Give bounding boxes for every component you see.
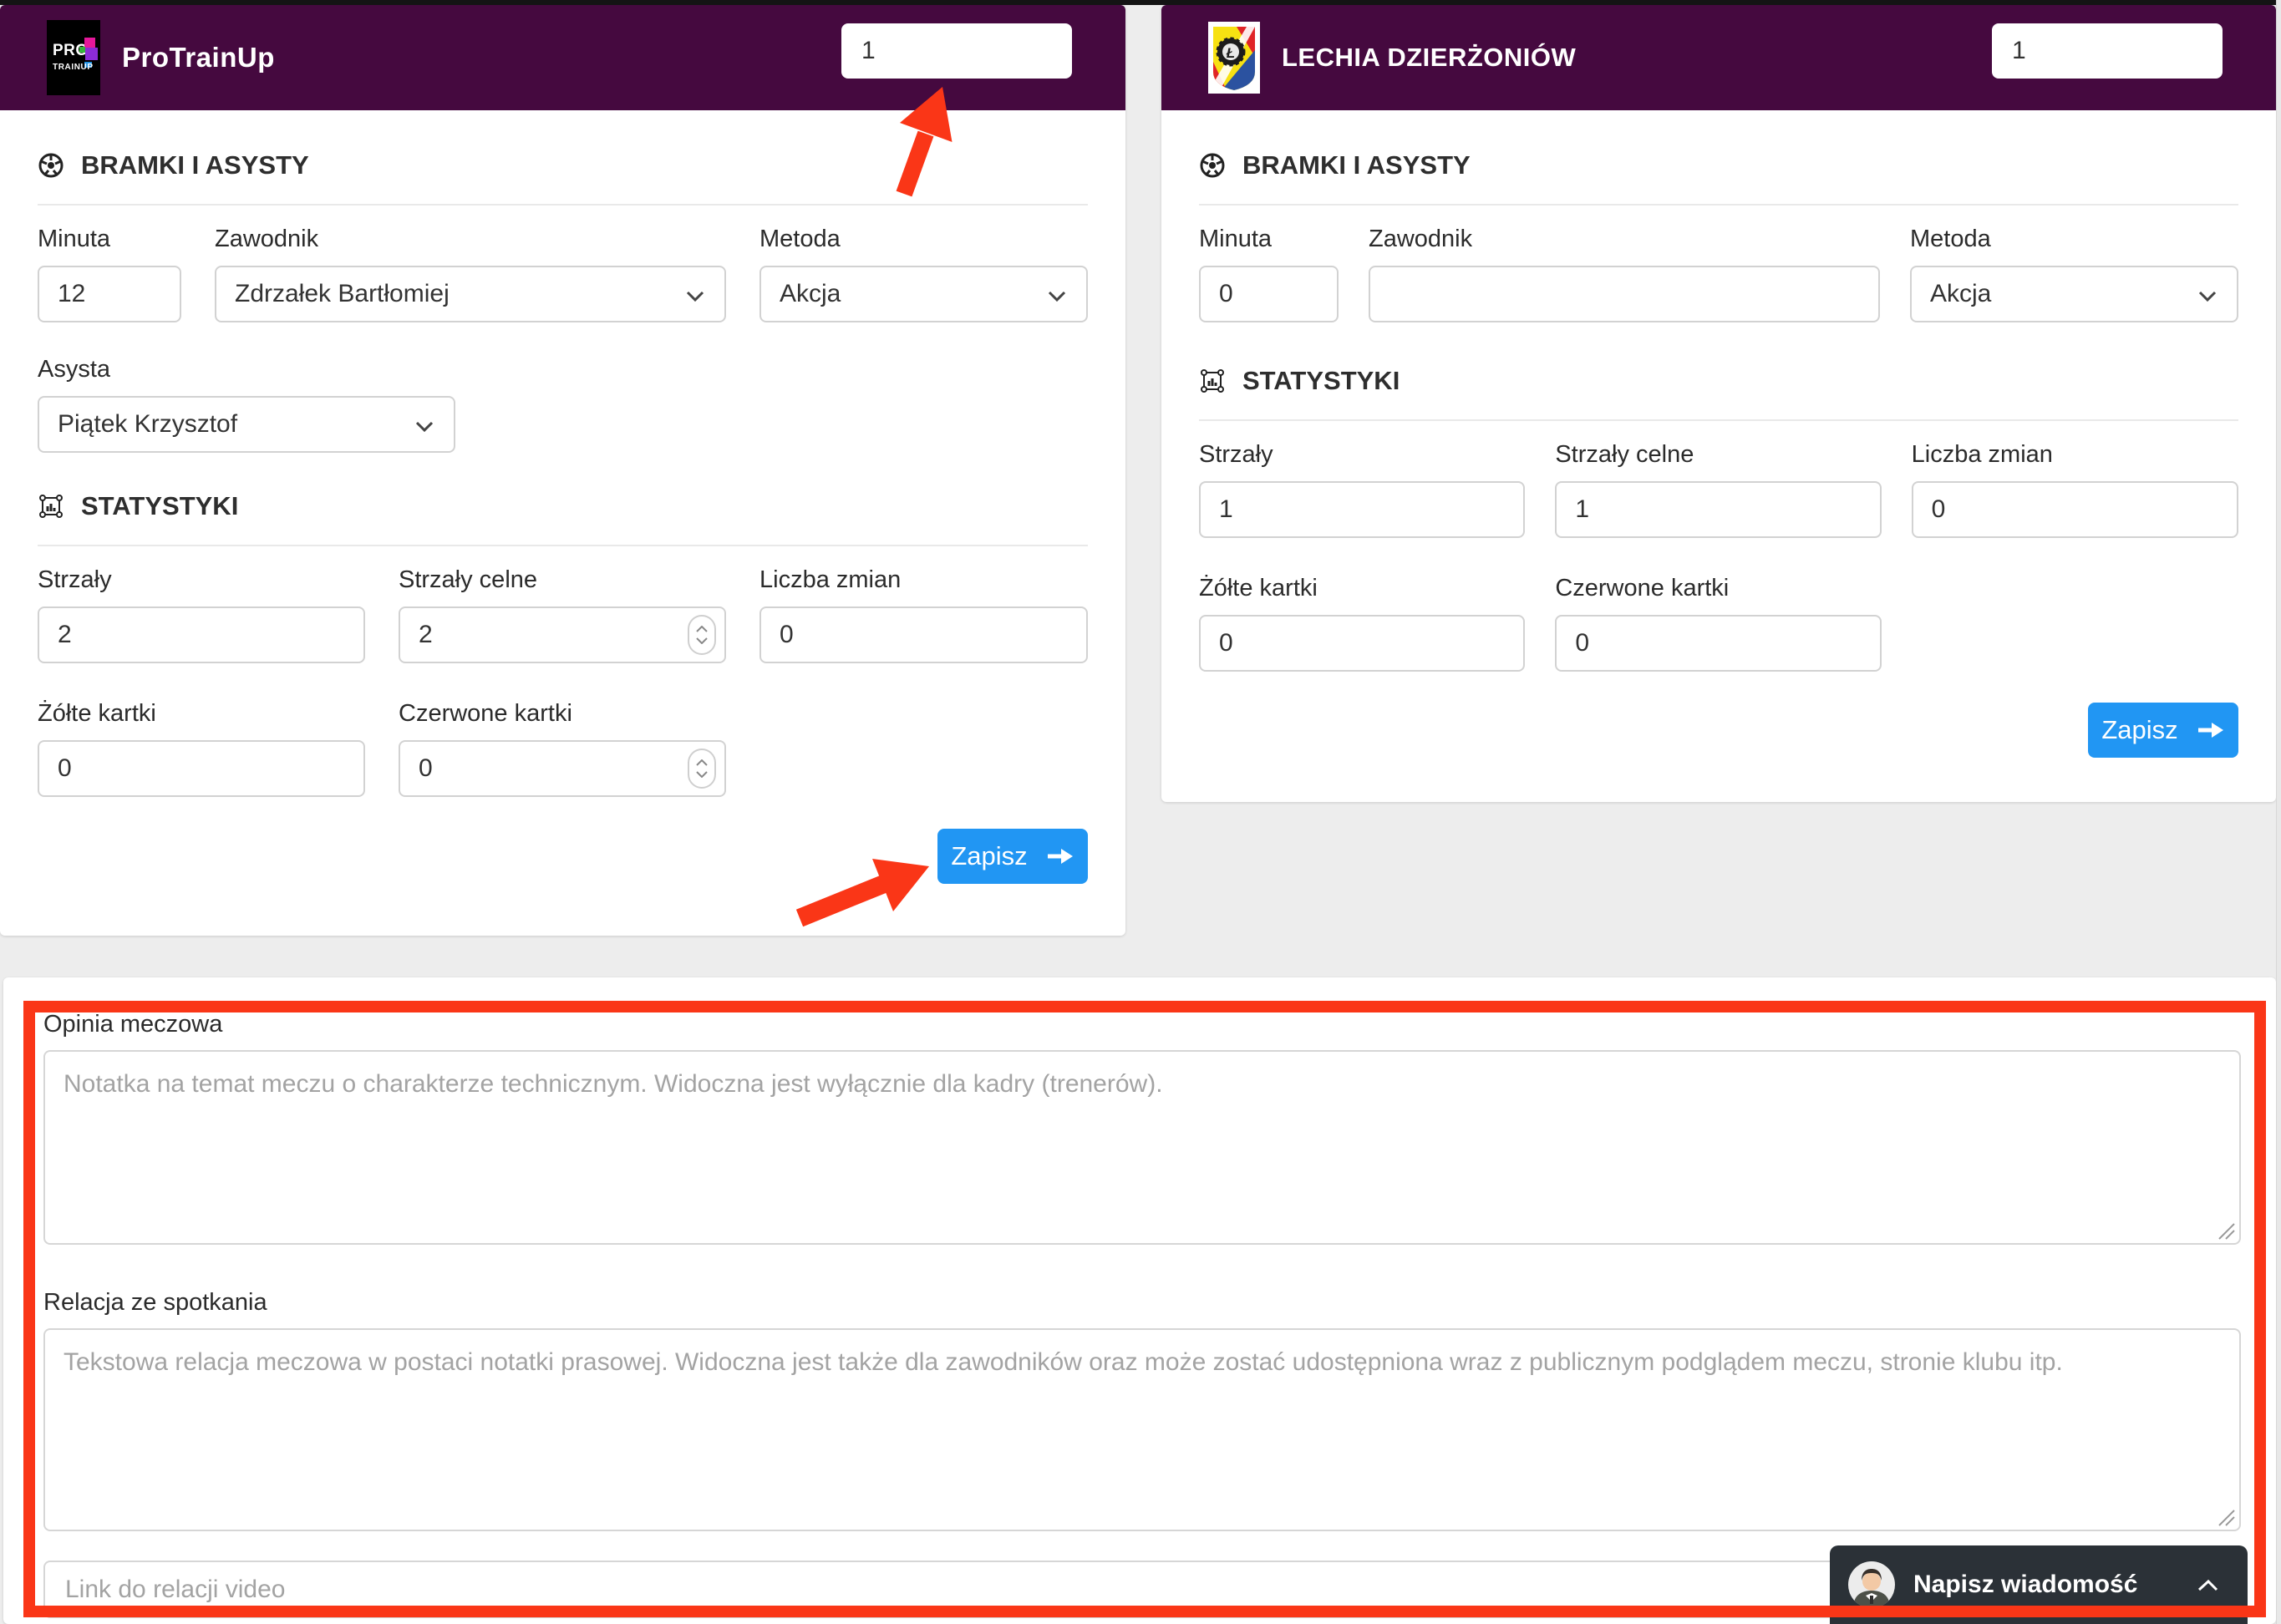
shots-label: Strzały — [1199, 441, 1525, 469]
method-label: Metoda — [1910, 226, 2238, 254]
home-assist-value: Piątek Krzysztof — [58, 410, 237, 439]
yellow-cards-label: Żółte kartki — [38, 700, 365, 728]
match-opinion-textarea[interactable] — [43, 1050, 2241, 1245]
spinner-down-icon[interactable] — [696, 771, 708, 778]
away-save-button[interactable]: Zapisz — [2088, 703, 2238, 758]
home-method-select[interactable]: Akcja — [759, 266, 1088, 322]
goals-section-header: BRAMKI I ASYSTY — [1199, 150, 2238, 180]
home-team-name: ProTrainUp — [122, 42, 275, 74]
divider — [1199, 419, 2238, 421]
save-button-label: Zapisz — [2101, 715, 2177, 745]
chevron-down-icon — [686, 291, 704, 302]
assist-label: Asysta — [38, 356, 455, 384]
statistics-icon — [1199, 368, 1226, 394]
match-opinion-label: Opinia meczowa — [43, 1011, 2241, 1038]
goals-section-title: BRAMKI I ASYSTY — [1242, 150, 1471, 180]
number-spinner[interactable] — [688, 615, 716, 655]
spinner-down-icon[interactable] — [696, 637, 708, 644]
match-report-label: Relacja ze spotkania — [43, 1289, 2241, 1317]
home-player-select[interactable]: Zdrzałek Bartłomiej — [215, 266, 726, 322]
away-substitutions-input[interactable] — [1912, 481, 2238, 538]
home-substitutions-input[interactable] — [759, 606, 1088, 663]
spinner-up-icon[interactable] — [696, 759, 708, 766]
resize-grip-icon[interactable] — [2214, 1505, 2236, 1527]
player-label: Zawodnik — [1369, 226, 1880, 254]
minute-label: Minuta — [38, 226, 181, 254]
chevron-down-icon — [1048, 291, 1066, 302]
logo-text-bottom: TRAINUP — [53, 63, 94, 72]
stats-section-header: STATYSTYKI — [1199, 366, 2238, 396]
logo-pink-square — [84, 38, 95, 48]
away-shots-input[interactable] — [1199, 481, 1525, 538]
save-button-label: Zapisz — [951, 841, 1027, 871]
protrainup-logo-icon: PRO TRAINUP — [47, 20, 100, 95]
away-method-select[interactable]: Akcja — [1910, 266, 2238, 322]
svg-text:Ł: Ł — [1226, 45, 1235, 61]
soccer-ball-icon — [38, 152, 64, 179]
away-player-select[interactable] — [1369, 266, 1880, 322]
shots-on-target-label: Strzały celne — [1555, 441, 1881, 469]
method-label: Metoda — [759, 226, 1088, 254]
home-save-button[interactable]: Zapisz — [937, 829, 1088, 884]
stats-section-header: STATYSTYKI — [38, 491, 1088, 521]
lechia-crest-icon: Ł — [1208, 22, 1260, 94]
chat-widget[interactable]: Napisz wiadomość — [1830, 1545, 2248, 1624]
away-red-cards-input[interactable] — [1555, 615, 1881, 672]
match-notes-panel: Opinia meczowa Relacja ze spotkania — [3, 977, 2276, 1624]
stats-section-title: STATYSTYKI — [81, 491, 238, 521]
match-report-textarea[interactable] — [43, 1328, 2241, 1531]
red-cards-label: Czerwone kartki — [1555, 575, 1881, 603]
home-score-input[interactable] — [841, 23, 1072, 79]
soccer-ball-icon — [1199, 152, 1226, 179]
logo-green-square — [79, 47, 85, 53]
statistics-icon — [38, 493, 64, 520]
home-team-header: PRO TRAINUP ProTrainUp — [0, 5, 1125, 110]
divider — [38, 545, 1088, 546]
red-cards-label: Czerwone kartki — [399, 700, 726, 728]
chevron-down-icon — [2198, 291, 2217, 302]
home-minute-input[interactable] — [38, 266, 181, 322]
yellow-cards-label: Żółte kartki — [1199, 575, 1525, 603]
chat-avatar — [1848, 1561, 1895, 1608]
home-player-value: Zdrzałek Bartłomiej — [235, 280, 450, 308]
home-team-panel: PRO TRAINUP ProTrainUp BRAMKI I ASYSTY M… — [0, 5, 1125, 936]
away-team-panel: Ł LECHIA DZIERŻONIÓW BRAMKI I ASYSTY Min… — [1161, 5, 2276, 802]
player-label: Zawodnik — [215, 226, 726, 254]
chat-widget-label: Napisz wiadomość — [1913, 1571, 2137, 1599]
chevron-down-icon — [415, 421, 434, 432]
away-team-name: LECHIA DZIERŻONIÓW — [1282, 43, 1576, 73]
home-yellow-cards-input[interactable] — [38, 740, 365, 797]
away-yellow-cards-input[interactable] — [1199, 615, 1525, 672]
logo-violet-square — [85, 48, 98, 60]
home-method-value: Akcja — [780, 280, 841, 308]
minute-label: Minuta — [1199, 226, 1339, 254]
goals-section-header: BRAMKI I ASYSTY — [38, 150, 1088, 180]
arrow-right-icon — [1046, 846, 1074, 866]
away-minute-input[interactable] — [1199, 266, 1339, 322]
arrow-right-icon — [2197, 720, 2225, 740]
top-black-strip — [0, 0, 2281, 5]
spinner-up-icon[interactable] — [696, 626, 708, 632]
substitutions-label: Liczba zmian — [1912, 441, 2238, 469]
shots-label: Strzały — [38, 566, 365, 595]
substitutions-label: Liczba zmian — [759, 566, 1088, 595]
away-shots-on-target-input[interactable] — [1555, 481, 1881, 538]
home-assist-select[interactable]: Piątek Krzysztof — [38, 396, 455, 453]
divider — [1199, 204, 2238, 206]
home-shots-on-target-input[interactable] — [399, 606, 726, 663]
shots-on-target-label: Strzały celne — [399, 566, 726, 595]
away-team-header: Ł LECHIA DZIERŻONIÓW — [1161, 5, 2276, 110]
home-shots-input[interactable] — [38, 606, 365, 663]
page-scrollbar[interactable] — [2276, 0, 2281, 1624]
divider — [38, 204, 1088, 206]
away-score-input[interactable] — [1992, 23, 2223, 79]
chevron-up-icon[interactable] — [2197, 1579, 2219, 1591]
resize-grip-icon[interactable] — [2214, 1219, 2236, 1241]
home-red-cards-input[interactable] — [399, 740, 726, 797]
stats-section-title: STATYSTYKI — [1242, 366, 1400, 396]
away-method-value: Akcja — [1930, 280, 1991, 308]
number-spinner[interactable] — [688, 749, 716, 789]
goals-section-title: BRAMKI I ASYSTY — [81, 150, 309, 180]
